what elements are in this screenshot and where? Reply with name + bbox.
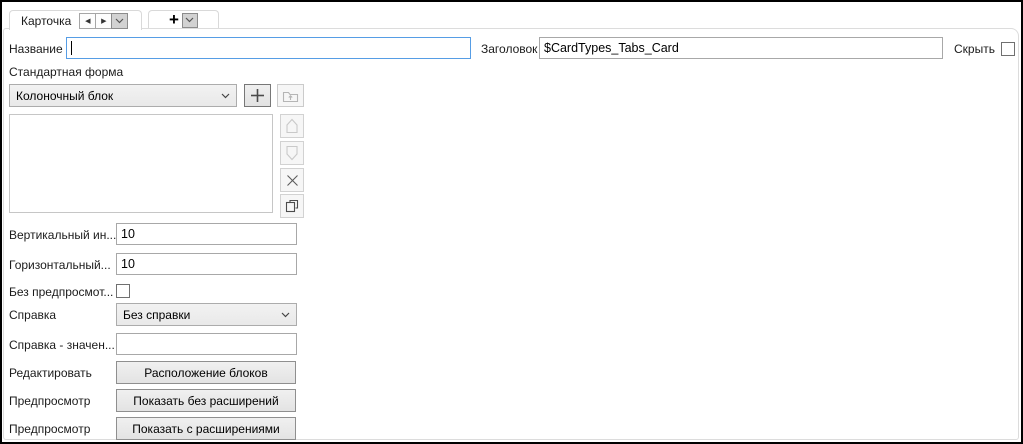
title-label: Заголовок (481, 42, 537, 57)
tab-scroll-prev-button[interactable]: ◀ (79, 13, 96, 29)
block-layout-button[interactable]: Расположение блоков (116, 361, 296, 384)
horizontal-indent-input[interactable] (116, 253, 297, 275)
horizontal-indent-label: Горизонтальный... (9, 258, 111, 273)
pentagon-arrow-up-icon (285, 118, 299, 134)
vertical-indent-input[interactable] (116, 223, 297, 245)
tab-add-new[interactable]: + (148, 10, 219, 29)
show-with-extensions-button[interactable]: Показать с расширениями (116, 417, 296, 440)
help-label: Справка (9, 308, 56, 323)
tab-list-dropdown-button[interactable] (111, 13, 128, 29)
copy-icon (285, 199, 299, 213)
plus-icon (250, 88, 265, 103)
chevron-down-icon (281, 312, 290, 318)
move-to-folder-button[interactable] (277, 84, 304, 107)
folder-up-arrow-icon (282, 89, 299, 103)
tab-card[interactable]: Карточка ◀ ▶ (9, 10, 142, 30)
hide-checkbox[interactable] (1001, 42, 1015, 56)
tab-scroll-next-button[interactable]: ▶ (95, 13, 112, 29)
move-down-button[interactable] (280, 141, 304, 165)
next-arrow-icon: ▶ (101, 17, 106, 25)
show-without-extensions-button[interactable]: Показать без расширений (116, 389, 296, 412)
text-caret (71, 41, 72, 55)
help-value-label: Справка - значен... (9, 338, 115, 353)
chevron-down-icon (115, 18, 124, 24)
preview-label-1: Предпросмотр (9, 394, 90, 409)
name-input[interactable] (66, 37, 471, 59)
no-preview-label: Без предпросмот... (9, 285, 113, 300)
cross-icon (286, 174, 299, 187)
name-label: Название (9, 42, 63, 57)
card-tab-page: Название Заголовок Скрыть Стандартная фо… (3, 28, 1019, 440)
vertical-indent-label: Вертикальный ин... (9, 228, 116, 243)
standard-form-label: Стандартная форма (9, 65, 123, 80)
help-select[interactable]: Без справки (116, 303, 297, 326)
delete-block-button[interactable] (280, 168, 304, 192)
preview-label-2: Предпросмотр (9, 422, 90, 437)
edit-label: Редактировать (9, 366, 92, 381)
standard-form-selected-value: Колоночный блок (16, 89, 221, 103)
add-tab-icon: + (169, 13, 179, 27)
pentagon-arrow-down-icon (285, 145, 299, 161)
tab-card-label: Карточка (21, 14, 71, 28)
no-preview-checkbox[interactable] (116, 284, 130, 298)
add-block-button[interactable] (244, 84, 271, 107)
card-type-editor-window: Карточка ◀ ▶ + Название (0, 0, 1023, 444)
copy-block-button[interactable] (280, 194, 304, 218)
chevron-down-icon (185, 17, 194, 23)
move-up-button[interactable] (280, 114, 304, 138)
help-value-input[interactable] (116, 333, 297, 355)
hide-label: Скрыть (954, 42, 995, 57)
chevron-down-icon (221, 93, 230, 99)
standard-form-select[interactable]: Колоночный блок (9, 84, 237, 107)
help-selected-value: Без справки (123, 308, 281, 322)
add-tab-dropdown-button[interactable] (182, 13, 198, 28)
prev-arrow-icon: ◀ (85, 17, 90, 25)
title-input[interactable] (539, 37, 943, 59)
blocks-listbox[interactable] (9, 114, 273, 213)
